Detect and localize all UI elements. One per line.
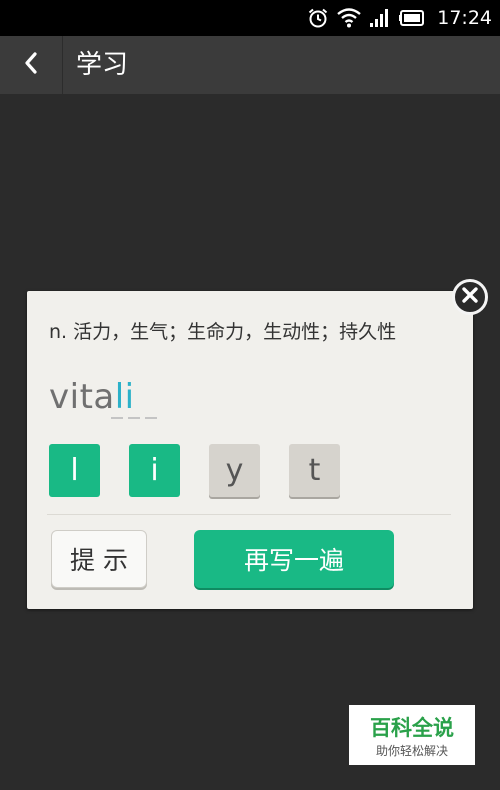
letter-tile-i[interactable]: i [129,444,180,497]
letter-tile-label: l [70,453,79,488]
word-definition: n. 活力，生气；生命力，生动性；持久性 [49,321,397,343]
status-time: 17:24 [437,7,492,29]
app-bar: 学习 [0,36,500,94]
rewrite-button[interactable]: 再写一遍 [194,530,394,588]
letter-tile-y[interactable]: y [209,444,260,497]
signal-icon [369,8,391,28]
page-title: 学习 [76,50,129,80]
wifi-icon [337,8,361,28]
letter-tile-l[interactable]: l [49,444,100,497]
alarm-icon [307,7,329,29]
blank-slot [128,417,140,419]
letter-tile-label: i [150,453,159,488]
status-icons: 17:24 [307,0,492,36]
spelling-dialog: n. 活力，生气；生命力，生动性；持久性 vitali l i y t 提示 再… [27,291,473,609]
letter-tile-label: t [308,453,321,488]
hint-button[interactable]: 提示 [51,530,147,588]
blank-slot [145,417,157,419]
watermark-title: 百科全说 [370,716,454,740]
status-bar: 17:24 [0,0,500,36]
blank-slot [111,417,123,419]
spelling-word: vitali [49,377,135,417]
watermark-subtitle: 助你轻松解决 [375,744,448,758]
letter-tile-label: y [225,453,244,488]
letter-tile-t[interactable]: t [289,444,340,497]
close-circle-icon [461,286,479,308]
word-prefix: vita [49,377,115,417]
battery-icon [399,9,427,27]
back-button[interactable] [0,36,63,94]
close-button[interactable] [452,279,488,315]
word-typed-letters: li [114,377,135,417]
watermark-logo: 百科全说 助你轻松解决 [349,705,475,765]
remaining-blanks [111,417,165,423]
chevron-left-icon [23,51,39,79]
divider [47,514,451,515]
